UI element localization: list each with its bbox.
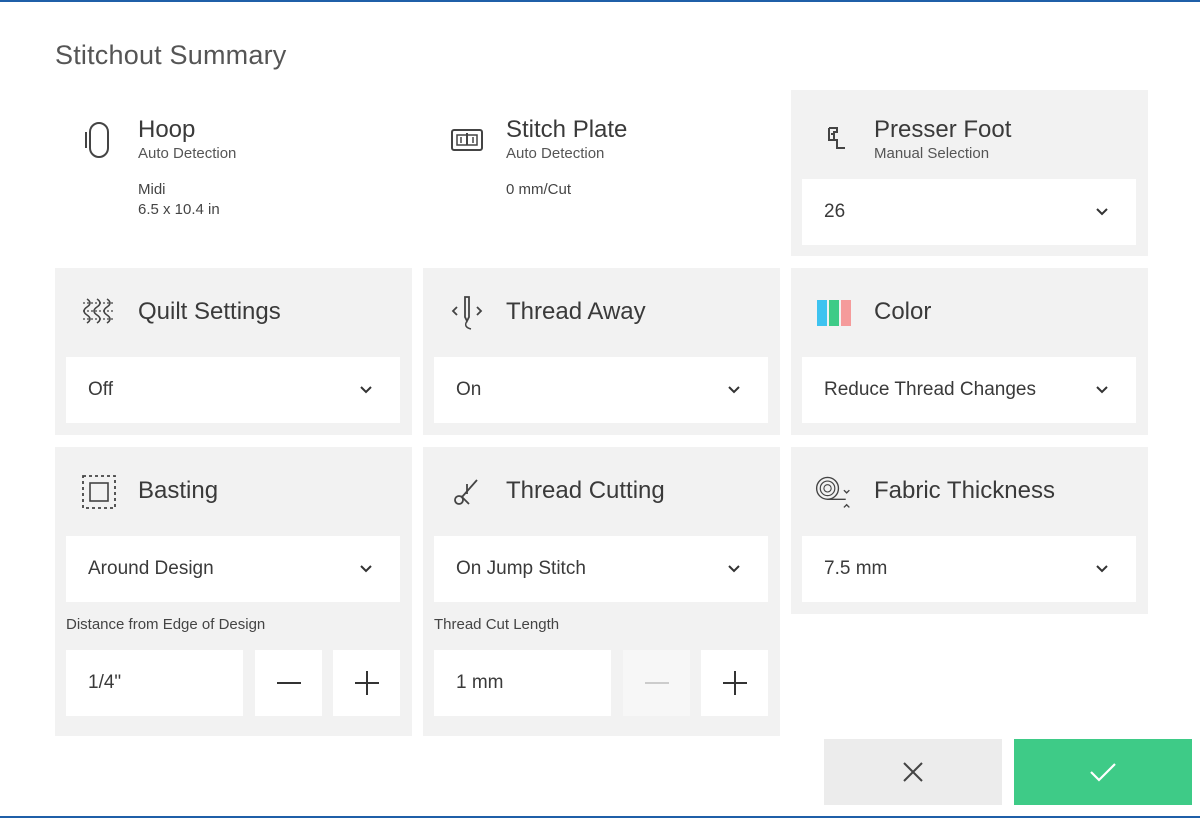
quilt-settings-card: Quilt Settings Off [55, 268, 412, 435]
chevron-down-icon [360, 565, 372, 573]
chevron-down-icon [1096, 208, 1108, 216]
chevron-down-icon [728, 565, 740, 573]
hoop-card: Hoop Auto Detection Midi 6.5 x 10.4 in [55, 90, 412, 256]
presser-foot-card: Presser Foot Manual Selection 26 [791, 90, 1148, 256]
thread-cutting-card: Thread Cutting On Jump Stitch Thread Cut… [423, 447, 780, 736]
basting-title: Basting [138, 477, 219, 504]
thread-away-selected: On [456, 379, 482, 400]
presser-foot-selected: 26 [824, 201, 846, 222]
presser-foot-icon [815, 120, 855, 160]
thread-cut-length-field[interactable]: 1 mm [434, 650, 611, 716]
stitch-plate-subtitle: Auto Detection [506, 145, 605, 162]
basting-increase-button[interactable] [333, 650, 400, 716]
presser-foot-title: Presser Foot [874, 116, 1012, 143]
basting-distance-field[interactable]: 1/4" [66, 650, 243, 716]
check-icon [1090, 763, 1116, 782]
basting-selected: Around Design [88, 558, 214, 579]
fabric-thickness-title: Fabric Thickness [874, 477, 1055, 504]
thread-cutting-selected: On Jump Stitch [456, 558, 586, 579]
quilt-icon [79, 293, 119, 333]
scissors-icon [447, 472, 487, 512]
thread-away-icon [447, 293, 487, 333]
thread-cut-increase-button[interactable] [701, 650, 768, 716]
minus-icon [276, 682, 301, 684]
chevron-down-icon [1096, 565, 1108, 573]
confirm-button[interactable] [1014, 739, 1192, 805]
color-card: Color Reduce Thread Changes [791, 268, 1148, 435]
hoop-title: Hoop [138, 116, 196, 143]
quilt-settings-selected: Off [88, 379, 113, 400]
cancel-button[interactable] [824, 739, 1002, 805]
fabric-thickness-card: Fabric Thickness 7.5 mm [791, 447, 1148, 614]
quilt-settings-title: Quilt Settings [138, 298, 281, 325]
thread-cutting-select[interactable]: On Jump Stitch [434, 536, 768, 602]
presser-foot-subtitle: Manual Selection [874, 145, 990, 162]
page-title: Stitchout Summary [55, 40, 287, 70]
color-bars-icon [815, 293, 855, 333]
fabric-roll-icon [813, 472, 853, 512]
stitch-plate-card: Stitch Plate Auto Detection 0 mm/Cut [423, 90, 780, 256]
chevron-down-icon [728, 386, 740, 394]
color-title: Color [874, 298, 932, 325]
basting-select[interactable]: Around Design [66, 536, 400, 602]
fabric-thickness-select[interactable]: 7.5 mm [802, 536, 1136, 602]
presser-foot-select[interactable]: 26 [802, 179, 1136, 245]
plus-icon [722, 671, 747, 695]
plus-icon [354, 671, 379, 695]
basting-card: Basting Around Design Distance from Edge… [55, 447, 412, 736]
thread-away-title: Thread Away [506, 298, 646, 325]
basting-decrease-button[interactable] [255, 650, 322, 716]
thread-away-card: Thread Away On [423, 268, 780, 435]
hoop-size-dims: 6.5 x 10.4 in [138, 201, 220, 218]
thread-cut-decrease-button [623, 650, 690, 716]
close-icon [903, 762, 923, 782]
minus-icon [644, 682, 669, 684]
thread-cut-length-label: Thread Cut Length [434, 616, 560, 633]
stitch-plate-title: Stitch Plate [506, 116, 628, 143]
basting-icon [79, 472, 119, 512]
thread-away-select[interactable]: On [434, 357, 768, 423]
hoop-icon [79, 120, 119, 160]
fabric-thickness-selected: 7.5 mm [824, 558, 888, 579]
color-select[interactable]: Reduce Thread Changes [802, 357, 1136, 423]
hoop-size-name: Midi [138, 181, 166, 198]
color-selected: Reduce Thread Changes [824, 379, 1036, 400]
chevron-down-icon [360, 386, 372, 394]
hoop-subtitle: Auto Detection [138, 145, 237, 162]
chevron-down-icon [1096, 386, 1108, 394]
thread-cutting-title: Thread Cutting [506, 477, 665, 504]
bottom-border [0, 816, 1200, 818]
top-border [0, 0, 1200, 2]
quilt-settings-select[interactable]: Off [66, 357, 400, 423]
stitch-plate-value: 0 mm/Cut [506, 181, 572, 198]
basting-distance-label: Distance from Edge of Design [66, 616, 266, 633]
stitch-plate-icon [447, 120, 487, 160]
